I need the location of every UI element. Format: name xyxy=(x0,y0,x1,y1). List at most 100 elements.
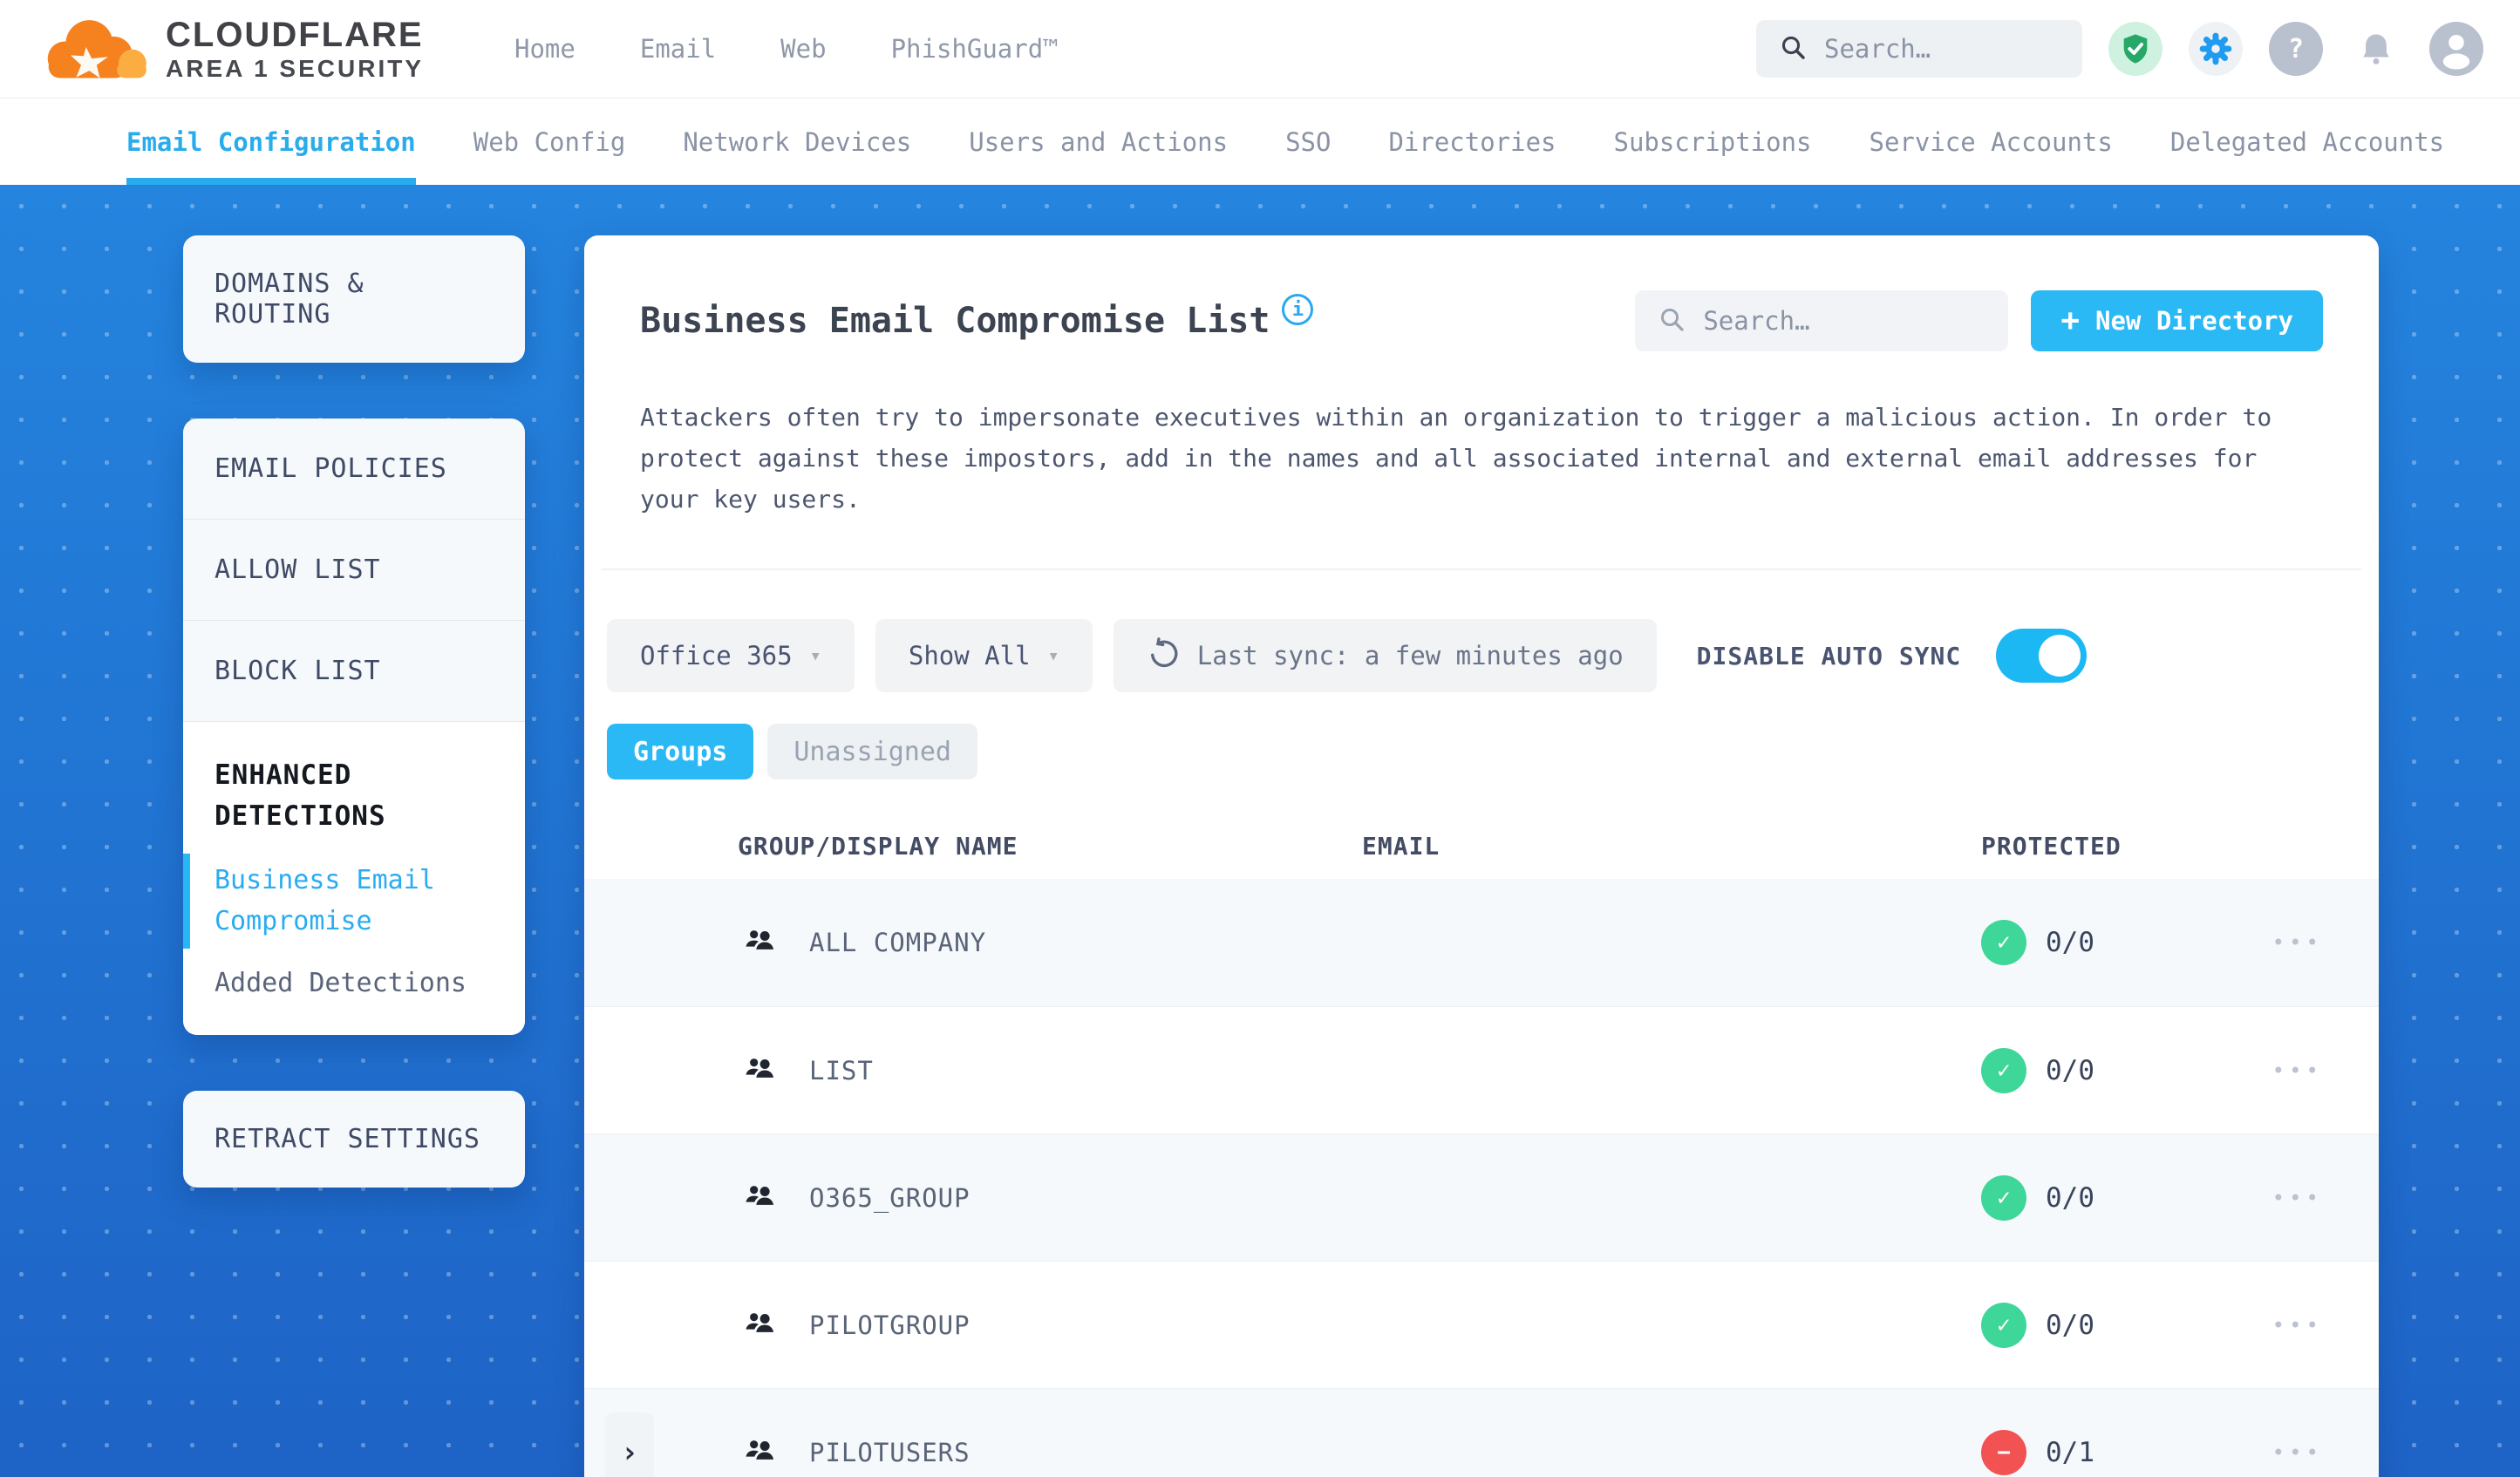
settings-gear-icon[interactable] xyxy=(2189,22,2243,76)
protected-check-icon: ✓ xyxy=(1981,920,2026,966)
protected-count: 0/1 xyxy=(2046,1436,2094,1468)
table-row[interactable]: PILOTGROUP ✓ 0/0 ••• xyxy=(584,1261,2379,1388)
user-avatar-icon[interactable] xyxy=(2429,22,2483,76)
cloudflare-brand: CLOUDFLARE AREA 1 SECURITY xyxy=(37,10,424,88)
sidebar-item-enhanced-detections[interactable]: ENHANCED DETECTIONS xyxy=(215,755,494,836)
tab-unassigned[interactable]: Unassigned xyxy=(767,724,977,780)
row-menu-icon[interactable]: ••• xyxy=(2272,1186,2323,1210)
nav-web[interactable]: Web xyxy=(780,34,826,64)
group-icon xyxy=(741,1304,780,1346)
sidebar-item-allow-list[interactable]: ALLOW LIST xyxy=(183,520,525,621)
app-header: CLOUDFLARE AREA 1 SECURITY Home Email We… xyxy=(0,0,2520,98)
tab-sso[interactable]: SSO xyxy=(1285,99,1331,185)
new-directory-button[interactable]: + New Directory xyxy=(2031,290,2323,351)
list-search[interactable] xyxy=(1635,290,2009,351)
sidebar-card-domains: DOMAINS & ROUTING xyxy=(183,235,525,363)
table-row[interactable]: › PILOTUSERS − 0/1 ••• xyxy=(584,1388,2379,1477)
tab-network-devices[interactable]: Network Devices xyxy=(683,99,911,185)
sidebar-item-block-list[interactable]: BLOCK LIST xyxy=(183,621,525,722)
auto-sync-label: DISABLE AUTO SYNC xyxy=(1696,641,1962,670)
notifications-bell-icon[interactable] xyxy=(2349,22,2403,76)
tab-groups[interactable]: Groups xyxy=(607,724,754,780)
nav-phishguard[interactable]: PhishGuard™ xyxy=(891,34,1059,64)
tab-web-config[interactable]: Web Config xyxy=(473,99,626,185)
sidebar-card-policies: EMAIL POLICIES ALLOW LIST BLOCK LIST ENH… xyxy=(183,419,525,1035)
group-table: ALL COMPANY ✓ 0/0 ••• LIST ✓ 0/0 ••• O36… xyxy=(584,879,2379,1477)
minus-glyph: − xyxy=(1997,1439,2011,1466)
secondary-nav: Email Configuration Web Config Network D… xyxy=(0,98,2520,185)
sidebar-item-added-detections[interactable]: Added Detections xyxy=(215,968,494,998)
main-panel: Business Email Compromise List i + New D… xyxy=(584,235,2379,1477)
row-menu-icon[interactable]: ••• xyxy=(2272,1313,2323,1337)
global-search[interactable] xyxy=(1756,20,2082,78)
tab-directories[interactable]: Directories xyxy=(1388,99,1556,185)
sidebar: DOMAINS & ROUTING EMAIL POLICIES ALLOW L… xyxy=(183,235,525,1243)
chevron-down-icon: ▾ xyxy=(809,644,821,667)
last-sync-button[interactable]: Last sync: a few minutes ago xyxy=(1113,619,1657,693)
show-filter-value: Show All xyxy=(908,641,1031,671)
brand-name: CLOUDFLARE xyxy=(166,15,424,54)
tab-delegated-accounts[interactable]: Delegated Accounts xyxy=(2170,99,2444,185)
row-menu-icon[interactable]: ••• xyxy=(2272,1440,2323,1465)
group-icon xyxy=(741,922,780,963)
auto-sync-toggle[interactable] xyxy=(1996,629,2088,684)
tab-subscriptions[interactable]: Subscriptions xyxy=(1614,99,1812,185)
header-actions: + New Directory xyxy=(1635,290,2323,351)
help-icon[interactable]: ? xyxy=(2269,22,2323,76)
protected-check-icon: ✓ xyxy=(1981,1302,2026,1348)
plus-icon: + xyxy=(2060,303,2081,338)
directory-dropdown[interactable]: Office 365 ▾ xyxy=(607,619,855,693)
sidebar-item-domains-routing[interactable]: DOMAINS & ROUTING xyxy=(183,235,525,363)
table-row[interactable]: O365_GROUP ✓ 0/0 ••• xyxy=(584,1133,2379,1262)
nav-home[interactable]: Home xyxy=(514,34,576,64)
row-menu-icon[interactable]: ••• xyxy=(2272,1058,2323,1083)
column-protected: PROTECTED xyxy=(1981,831,2122,861)
cloudflare-logo-icon xyxy=(37,10,152,88)
sidebar-item-business-email-compromise[interactable]: Business Email Compromise xyxy=(183,854,494,949)
group-tabs: Groups Unassigned xyxy=(584,724,2379,780)
sidebar-item-retract-settings[interactable]: RETRACT SETTINGS xyxy=(183,1091,525,1188)
header-right: ? xyxy=(1756,20,2483,78)
sidebar-item-email-policies[interactable]: EMAIL POLICIES xyxy=(183,419,525,520)
row-menu-icon[interactable]: ••• xyxy=(2272,930,2323,955)
brand-subname: AREA 1 SECURITY xyxy=(166,54,425,82)
group-icon xyxy=(741,1050,780,1092)
tab-users-and-actions[interactable]: Users and Actions xyxy=(969,99,1228,185)
protected-check-icon: ✓ xyxy=(1981,1047,2026,1093)
group-name: PILOTUSERS xyxy=(809,1437,971,1467)
table-row[interactable]: ALL COMPANY ✓ 0/0 ••• xyxy=(584,879,2379,1007)
protected-count: 0/0 xyxy=(2046,1309,2094,1341)
protected-count: 0/0 xyxy=(2046,927,2094,959)
check-glyph: ✓ xyxy=(1997,1057,2011,1084)
list-search-input[interactable] xyxy=(1703,306,1986,336)
toggle-knob xyxy=(2039,635,2081,677)
global-search-input[interactable] xyxy=(1824,34,2060,64)
info-icon[interactable]: i xyxy=(1282,294,1314,325)
chevron-right-icon: › xyxy=(620,1434,639,1470)
page-title: Business Email Compromise List xyxy=(640,301,1270,341)
tab-email-configuration[interactable]: Email Configuration xyxy=(126,99,416,185)
protected-check-icon: ✓ xyxy=(1981,1174,2026,1221)
search-icon xyxy=(1658,305,1686,337)
row-expand-chevron[interactable]: › xyxy=(605,1412,654,1477)
sidebar-card-retract: RETRACT SETTINGS xyxy=(183,1091,525,1188)
group-name: O365_GROUP xyxy=(809,1182,971,1213)
top-nav: Home Email Web PhishGuard™ xyxy=(514,34,1059,64)
security-status-icon[interactable] xyxy=(2108,22,2162,76)
divider xyxy=(602,568,2361,571)
filter-row: Office 365 ▾ Show All ▾ Last sync: a few… xyxy=(584,619,2379,693)
protected-count: 0/0 xyxy=(2046,1181,2094,1214)
column-email: EMAIL xyxy=(1362,831,1440,861)
group-name: ALL COMPANY xyxy=(809,928,987,958)
group-name: LIST xyxy=(809,1055,874,1086)
tab-service-accounts[interactable]: Service Accounts xyxy=(1870,99,2113,185)
protected-count: 0/0 xyxy=(2046,1054,2094,1086)
not-protected-minus-icon: − xyxy=(1981,1429,2026,1475)
main-header: Business Email Compromise List i + New D… xyxy=(584,289,2379,352)
group-icon xyxy=(741,1432,780,1474)
table-row[interactable]: LIST ✓ 0/0 ••• xyxy=(584,1006,2379,1133)
show-filter-dropdown[interactable]: Show All ▾ xyxy=(875,619,1093,693)
check-glyph: ✓ xyxy=(1997,929,2011,956)
check-glyph: ✓ xyxy=(1997,1184,2011,1211)
nav-email[interactable]: Email xyxy=(640,34,716,64)
